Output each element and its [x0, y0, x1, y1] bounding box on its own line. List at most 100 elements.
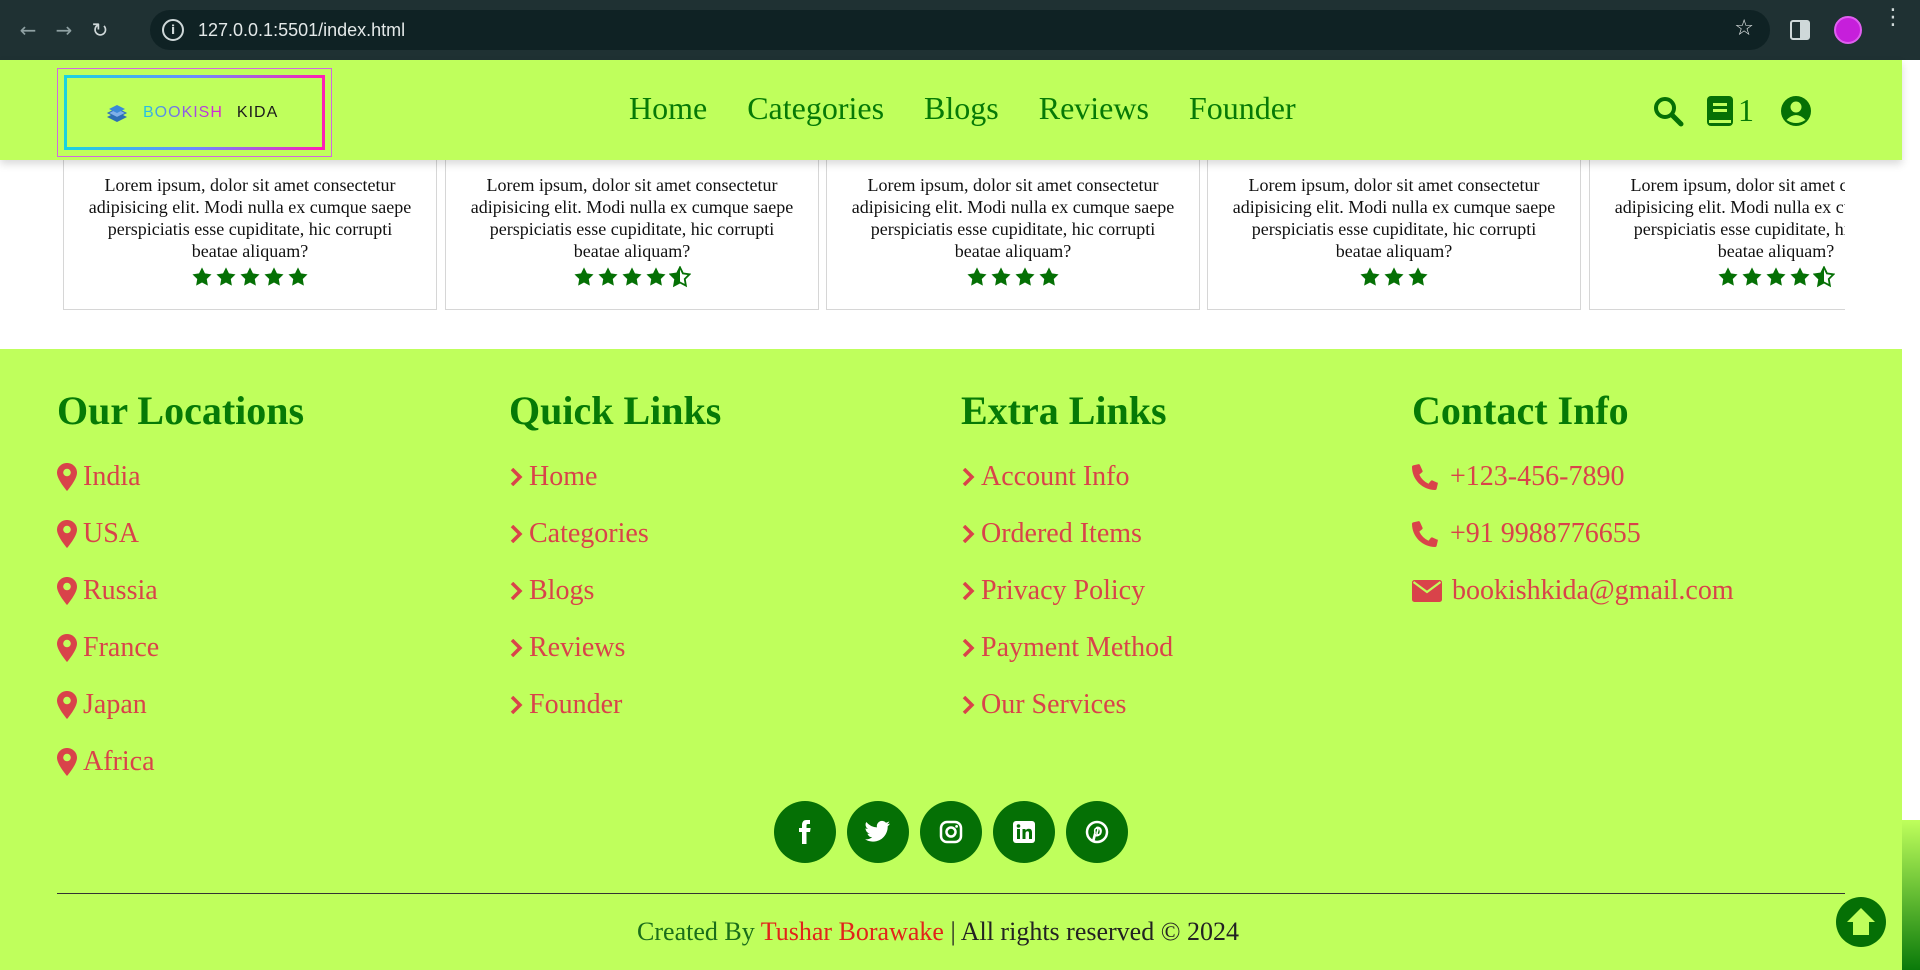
- nav-categories[interactable]: Categories: [747, 90, 884, 127]
- envelope-icon: [1412, 579, 1442, 602]
- scrollbar-thumb[interactable]: [1902, 820, 1920, 970]
- page-scrollbar[interactable]: [1902, 60, 1920, 970]
- review-card: Lorem ipsum, dolor sit amet consectetur …: [1589, 160, 1845, 310]
- star-icon: [574, 267, 594, 286]
- profile-avatar[interactable]: [1834, 16, 1862, 44]
- quick-links-list: Home Categories Blogs Reviews Founder: [509, 448, 721, 733]
- review-card: Lorem ipsum, dolor sit amet consectetur …: [826, 160, 1200, 310]
- scroll-to-top-button[interactable]: [1836, 897, 1886, 947]
- item-label: +123-456-7890: [1450, 460, 1625, 492]
- contact-item[interactable]: +123-456-7890: [1412, 448, 1734, 505]
- extra-links-heading: Extra Links: [961, 388, 1167, 433]
- footer-link[interactable]: Our Services: [961, 676, 1173, 733]
- url-text[interactable]: 127.0.0.1:5501/index.html: [198, 20, 405, 41]
- footer-link[interactable]: Home: [509, 448, 721, 505]
- extra-links-column: Extra Links Account Info Ordered Items Pri…: [961, 387, 1173, 733]
- item-label: Russia: [83, 574, 158, 606]
- contact-column: Contact Info +123-456-7890 +91 9988776655…: [1412, 387, 1734, 619]
- location-item[interactable]: Africa: [57, 733, 304, 790]
- nav-home[interactable]: Home: [629, 90, 707, 127]
- footer-link[interactable]: Blogs: [509, 562, 721, 619]
- reviews-slider[interactable]: Lorem ipsum, dolor sit amet consectetur …: [63, 160, 1845, 310]
- nav-blogs[interactable]: Blogs: [924, 90, 999, 127]
- cart-count: 1: [1738, 92, 1754, 128]
- star-icon: [622, 267, 642, 286]
- location-item[interactable]: India: [57, 448, 304, 505]
- star-rating: [1590, 266, 1845, 288]
- locations-heading: Our Locations: [57, 388, 305, 433]
- header-actions: 1: [1652, 92, 1812, 129]
- author-link[interactable]: Tushar Borawake: [761, 917, 944, 946]
- footer-link[interactable]: Founder: [509, 676, 721, 733]
- location-item[interactable]: France: [57, 619, 304, 676]
- chevron-right-icon: [961, 524, 975, 543]
- credit-prefix: Created By: [637, 917, 755, 946]
- phone-icon: [1412, 520, 1440, 547]
- chevron-right-icon: [961, 467, 975, 486]
- chevron-right-icon: [509, 638, 523, 657]
- footer-link[interactable]: Ordered Items: [961, 505, 1173, 562]
- star-rating: [1208, 266, 1580, 288]
- item-label: Our Services: [981, 688, 1127, 720]
- item-label: Home: [529, 460, 598, 492]
- contact-list: +123-456-7890 +91 9988776655 bookishkida@g…: [1412, 448, 1734, 619]
- item-label: +91 9988776655: [1450, 517, 1641, 549]
- pinterest-icon[interactable]: [1066, 801, 1128, 863]
- item-label: Payment Method: [981, 631, 1174, 663]
- bookmark-star-icon[interactable]: ☆: [1734, 16, 1754, 41]
- item-label: Categories: [529, 517, 649, 549]
- site-logo[interactable]: BOOKISH KIDA: [64, 75, 325, 150]
- star-icon: [1384, 267, 1404, 286]
- cart-button[interactable]: 1: [1706, 92, 1754, 129]
- footer-link[interactable]: Categories: [509, 505, 721, 562]
- reload-icon[interactable]: ↻: [82, 12, 118, 48]
- browser-menu-icon[interactable]: ⋮: [1882, 7, 1904, 29]
- review-card: Lorem ipsum, dolor sit amet consectetur …: [445, 160, 819, 310]
- map-pin-icon: [57, 747, 77, 776]
- item-label: Account Info: [981, 460, 1130, 492]
- twitter-icon[interactable]: [847, 801, 909, 863]
- site-footer: Our Locations India USA Russia France Japan A…: [0, 349, 1902, 970]
- back-icon[interactable]: ←: [10, 12, 46, 48]
- logo-text-kida: KIDA: [236, 103, 279, 121]
- facebook-icon[interactable]: [774, 801, 836, 863]
- footer-link[interactable]: Payment Method: [961, 619, 1173, 676]
- footer-link[interactable]: Reviews: [509, 619, 721, 676]
- instagram-icon[interactable]: [920, 801, 982, 863]
- contact-item[interactable]: bookishkida@gmail.com: [1412, 562, 1734, 619]
- star-icon: [967, 267, 987, 286]
- location-item[interactable]: Russia: [57, 562, 304, 619]
- item-label: India: [83, 460, 141, 492]
- review-text: Lorem ipsum, dolor sit amet consectetur …: [470, 175, 794, 261]
- address-bar[interactable]: i 127.0.0.1:5501/index.html ☆: [150, 10, 1770, 50]
- quick-links-heading: Quick Links: [509, 388, 722, 433]
- star-half-icon: [1813, 266, 1835, 288]
- site-info-icon[interactable]: i: [162, 19, 184, 41]
- search-icon[interactable]: [1652, 95, 1684, 127]
- footer-link[interactable]: Privacy Policy: [961, 562, 1173, 619]
- main-nav: Home Categories Blogs Reviews Founder: [629, 90, 1336, 127]
- credit-suffix: | All rights reserved © 2024: [950, 917, 1239, 946]
- item-label: Blogs: [529, 574, 595, 606]
- location-item[interactable]: Japan: [57, 676, 304, 733]
- user-icon[interactable]: [1780, 95, 1812, 127]
- contact-item[interactable]: +91 9988776655: [1412, 505, 1734, 562]
- location-item[interactable]: USA: [57, 505, 304, 562]
- map-pin-icon: [57, 576, 77, 605]
- item-label: Africa: [83, 745, 155, 777]
- locations-list: India USA Russia France Japan Africa: [57, 448, 304, 790]
- map-pin-icon: [57, 690, 77, 719]
- footer-link[interactable]: Account Info: [961, 448, 1173, 505]
- star-icon: [1766, 267, 1786, 286]
- star-rating: [446, 266, 818, 288]
- forward-icon[interactable]: →: [46, 12, 82, 48]
- chevron-right-icon: [509, 524, 523, 543]
- contact-heading: Contact Info: [1412, 388, 1629, 433]
- nav-reviews[interactable]: Reviews: [1039, 90, 1149, 127]
- star-icon: [646, 267, 666, 286]
- side-panel-icon[interactable]: [1790, 20, 1810, 40]
- books-stack-icon: [106, 104, 128, 122]
- map-pin-icon: [57, 633, 77, 662]
- nav-founder[interactable]: Founder: [1189, 90, 1296, 127]
- linkedin-icon[interactable]: [993, 801, 1055, 863]
